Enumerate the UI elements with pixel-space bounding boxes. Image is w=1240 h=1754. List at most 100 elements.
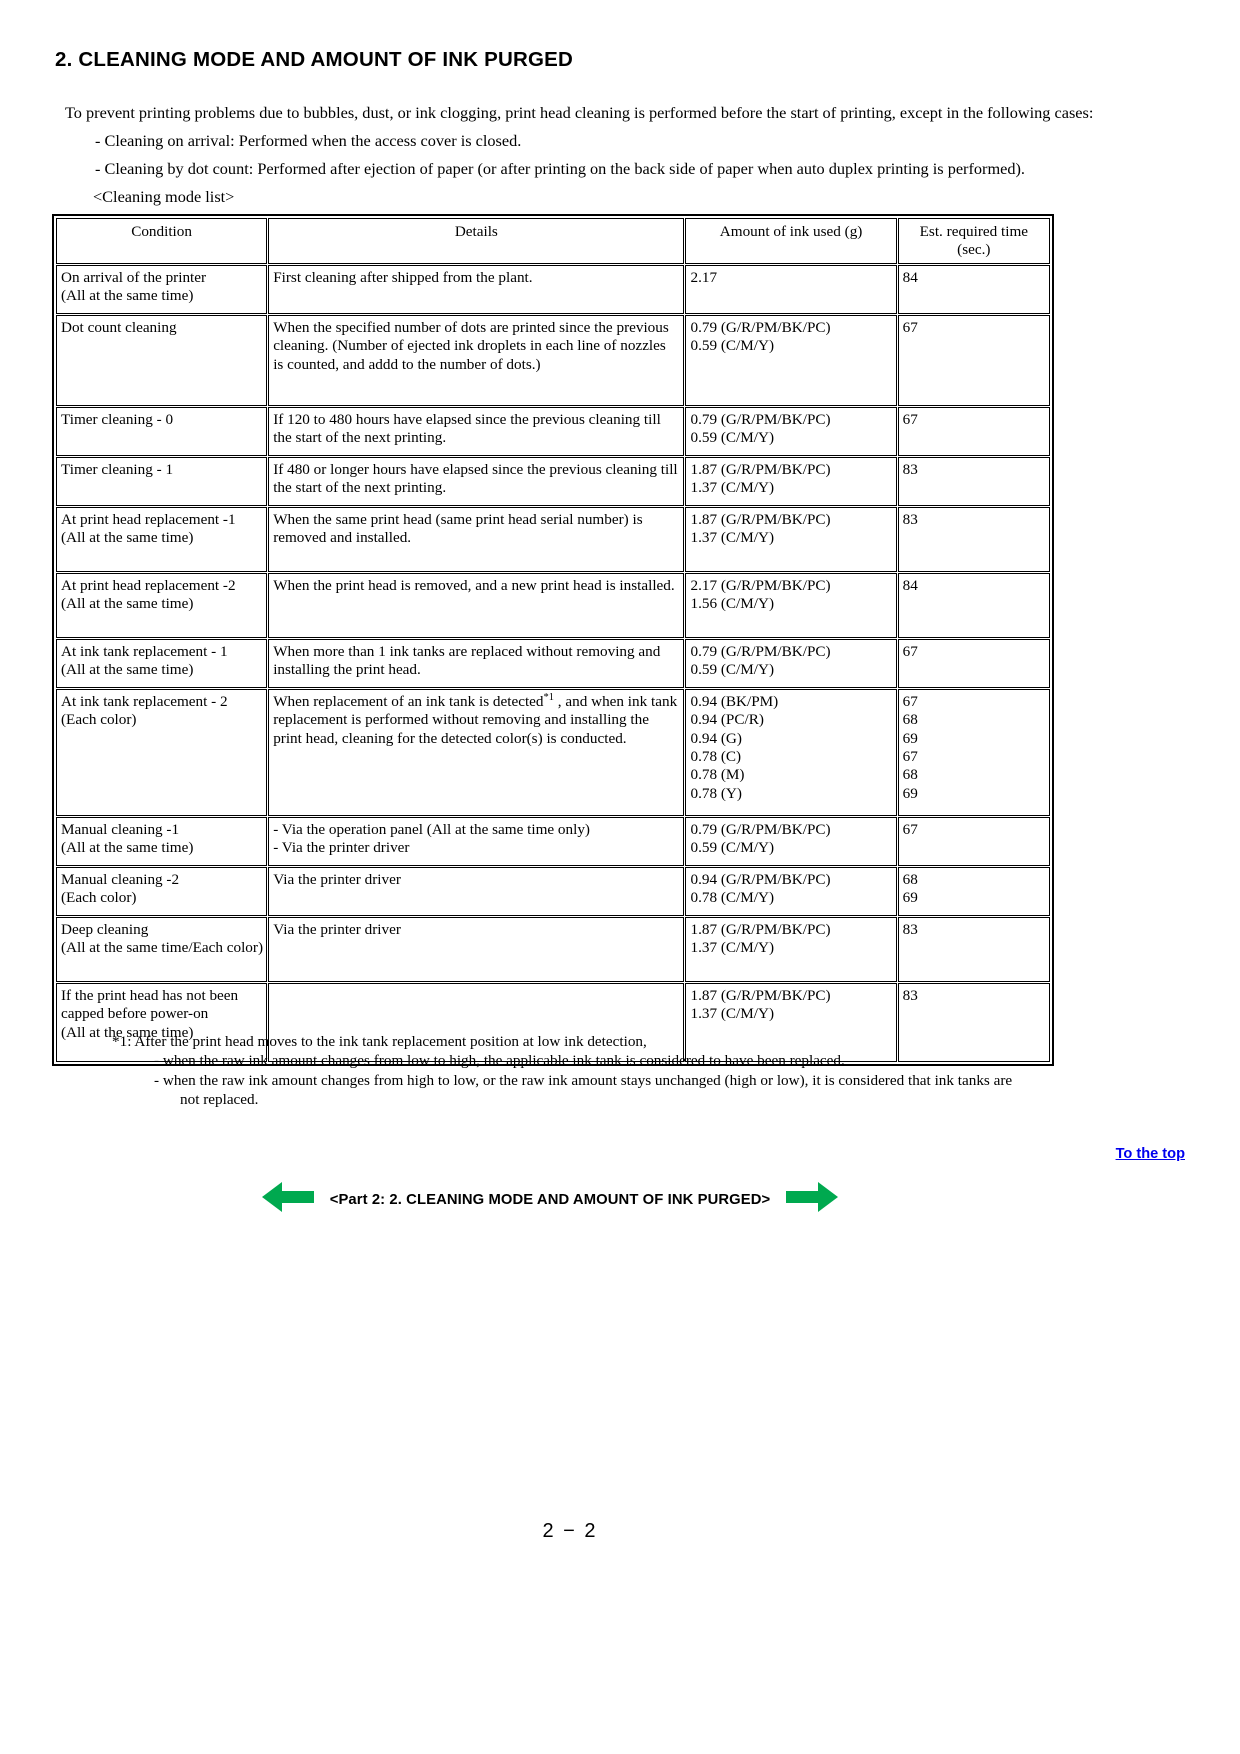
cell-details: Via the printer driver — [268, 916, 685, 982]
footnote-block: *1: After the print head moves to the in… — [112, 1032, 1122, 1110]
cell-condition: At ink tank replacement - 1 (All at the s… — [56, 638, 268, 688]
cell-ink-amount-line: 1.37 (C/M/Y) — [690, 529, 775, 547]
cell-details: - Via the operation panel (All at the sa… — [268, 816, 685, 866]
cell-required-time: 67 — [897, 406, 1050, 456]
cleaning-mode-table-body: On arrival of the printer (All at the sam… — [56, 264, 1050, 1062]
cell-ink-amount-line: 0.59 (C/M/Y) — [690, 839, 775, 857]
cell-details: If 480 or longer hours have elapsed sinc… — [268, 456, 685, 506]
cell-condition-line: Deep cleaning — [61, 920, 149, 938]
page-title: 2. CLEANING MODE AND AMOUNT OF INK PURGE… — [55, 48, 574, 71]
cell-details: First cleaning after shipped from the pl… — [268, 264, 685, 314]
cell-ink-amount-line: 1.37 (C/M/Y) — [690, 1005, 775, 1023]
table-row: At print head replacement -2 (All at the … — [56, 572, 1050, 638]
cell-condition-line: If the print head has not been — [61, 986, 239, 1004]
column-header-details: Details — [268, 218, 685, 264]
cell-ink-amount: 0.79 (G/R/PM/BK/PC) 0.59 (C/M/Y) — [685, 314, 897, 406]
cell-required-time-line: 83 — [902, 510, 918, 528]
cell-details-line: When the specified number of dots are pr… — [273, 318, 669, 373]
cell-ink-amount-line: 0.78 (C) — [690, 748, 742, 766]
cell-ink-amount-line: 0.79 (G/R/PM/BK/PC) — [690, 820, 831, 838]
cell-details: When the same print head (same print hea… — [268, 506, 685, 572]
cell-ink-amount: 0.94 (BK/PM) 0.94 (PC/R) 0.94 (G) 0.78 (C) 0… — [685, 688, 897, 816]
cell-required-time-line: 83 — [902, 460, 918, 478]
cleaning-mode-list-label: <Cleaning mode list> — [93, 187, 235, 206]
cell-required-time: 67 — [897, 314, 1050, 406]
cell-details-line: When the same print head (same print hea… — [273, 510, 643, 547]
table-row: Manual cleaning -2 (Each color) Via the pr… — [56, 866, 1050, 916]
cell-ink-amount-line: 0.79 (G/R/PM/BK/PC) — [690, 410, 831, 428]
cell-required-time: 83 — [897, 456, 1050, 506]
previous-page-arrow-icon[interactable] — [260, 1178, 316, 1221]
cell-condition-line: (All at the same time) — [61, 595, 194, 613]
table-row: Timer cleaning - 0 If 120 to 480 hours ha… — [56, 406, 1050, 456]
table-row: Manual cleaning -1 (All at the same time)… — [56, 816, 1050, 866]
cell-required-time: 67 — [897, 816, 1050, 866]
cell-ink-amount-line: 0.78 (M) — [690, 766, 745, 784]
cell-required-time: 67 68 69 67 68 69 — [897, 688, 1050, 816]
cell-ink-amount: 0.79 (G/R/PM/BK/PC) 0.59 (C/M/Y) — [685, 638, 897, 688]
cell-ink-amount: 1.87 (G/R/PM/BK/PC) 1.37 (C/M/Y) — [685, 456, 897, 506]
cell-ink-amount-line: 1.87 (G/R/PM/BK/PC) — [690, 510, 831, 528]
cell-condition-line: At ink tank replacement - 1 — [61, 642, 228, 660]
cell-required-time-line: 84 — [902, 268, 918, 286]
table-row: Deep cleaning (All at the same time/Each … — [56, 916, 1050, 982]
cell-details-line: When the print head is removed, and a ne… — [273, 576, 675, 594]
cell-required-time: 83 — [897, 506, 1050, 572]
cell-required-time: 68 69 — [897, 866, 1050, 916]
table-header-row: Condition Details Amount of ink used (g)… — [56, 218, 1050, 264]
table-row: Dot count cleaning When the specified num… — [56, 314, 1050, 406]
navigation-label: <Part 2: 2. CLEANING MODE AND AMOUNT OF … — [329, 1191, 771, 1208]
cell-ink-amount-line: 1.87 (G/R/PM/BK/PC) — [690, 920, 831, 938]
cell-required-time-line: 67 — [902, 642, 918, 660]
cell-ink-amount-line: 0.79 (G/R/PM/BK/PC) — [690, 318, 831, 336]
intro-bullet-arrival: - Cleaning on arrival: Performed when th… — [95, 131, 522, 150]
cell-condition-line: (All at the same time/Each color) — [61, 939, 263, 957]
cell-condition-line: (All at the same time) — [61, 661, 194, 679]
cell-details-line: First cleaning after shipped from the pl… — [273, 268, 533, 286]
cell-ink-amount-line: 0.78 (Y) — [690, 784, 742, 802]
cell-required-time: 83 — [897, 916, 1050, 982]
cell-ink-amount-line: 2.17 (G/R/PM/BK/PC) — [690, 576, 831, 594]
cell-ink-amount-line: 1.37 (C/M/Y) — [690, 479, 775, 497]
to-the-top-link[interactable]: To the top — [1116, 1146, 1185, 1162]
cell-ink-amount: 1.87 (G/R/PM/BK/PC) 1.37 (C/M/Y) — [685, 916, 897, 982]
cell-details-line: Via the printer driver — [273, 920, 401, 938]
cell-condition-line: On arrival of the printer — [61, 268, 207, 286]
cell-details: If 120 to 480 hours have elapsed since t… — [268, 406, 685, 456]
table-row: At ink tank replacement - 1 (All at the s… — [56, 638, 1050, 688]
cell-details: When replacement of an ink tank is detec… — [268, 688, 685, 816]
cell-ink-amount: 0.79 (G/R/PM/BK/PC) 0.59 (C/M/Y) — [685, 406, 897, 456]
table-row: On arrival of the printer (All at the sam… — [56, 264, 1050, 314]
cell-details-line: - Via the operation panel (All at the sa… — [273, 820, 590, 838]
cell-condition: At print head replacement -1 (All at the … — [56, 506, 268, 572]
cell-ink-amount-line: 1.87 (G/R/PM/BK/PC) — [690, 986, 831, 1004]
cell-condition-line: (Each color) — [61, 889, 137, 907]
cleaning-mode-table-wrapper: Condition Details Amount of ink used (g)… — [52, 214, 1054, 1066]
manual-page: 2. CLEANING MODE AND AMOUNT OF INK PURGE… — [0, 0, 1240, 1754]
page-number: 2 − 2 — [542, 1520, 598, 1542]
cell-required-time-line: 67 — [902, 820, 918, 838]
cell-condition: At print head replacement -2 (All at the … — [56, 572, 268, 638]
table-row: At ink tank replacement - 2 (Each color) W… — [56, 688, 1050, 816]
next-page-arrow-icon[interactable] — [784, 1178, 840, 1221]
cell-details-line: If 120 to 480 hours have elapsed since t… — [273, 410, 661, 447]
cell-required-time-line: 67 — [902, 748, 918, 766]
cell-ink-amount-line: 0.59 (C/M/Y) — [690, 429, 775, 447]
cell-condition: Deep cleaning (All at the same time/Each … — [56, 916, 268, 982]
footnote-line-1: *1: After the print head moves to the in… — [112, 1033, 647, 1050]
table-row: At print head replacement -1 (All at the … — [56, 506, 1050, 572]
cell-ink-amount-line: 0.79 (G/R/PM/BK/PC) — [690, 642, 831, 660]
cell-ink-amount: 2.17 — [685, 264, 897, 314]
table-row: Timer cleaning - 1 If 480 or longer hours… — [56, 456, 1050, 506]
cell-required-time-line: 69 — [902, 889, 918, 907]
footnote-marker: *1 — [543, 691, 555, 703]
cell-required-time-line: 83 — [902, 986, 918, 1004]
cell-required-time-line: 67 — [902, 410, 918, 428]
cell-ink-amount-line: 1.87 (G/R/PM/BK/PC) — [690, 460, 831, 478]
cell-condition: Timer cleaning - 0 — [56, 406, 268, 456]
cell-ink-amount-line: 0.94 (G) — [690, 729, 742, 747]
cell-condition-line: (All at the same time) — [61, 287, 194, 305]
column-header-ink: Amount of ink used (g) — [685, 218, 897, 264]
cell-condition-line: At ink tank replacement - 2 — [61, 692, 228, 710]
column-header-time: Est. required time (sec.) — [897, 218, 1050, 264]
